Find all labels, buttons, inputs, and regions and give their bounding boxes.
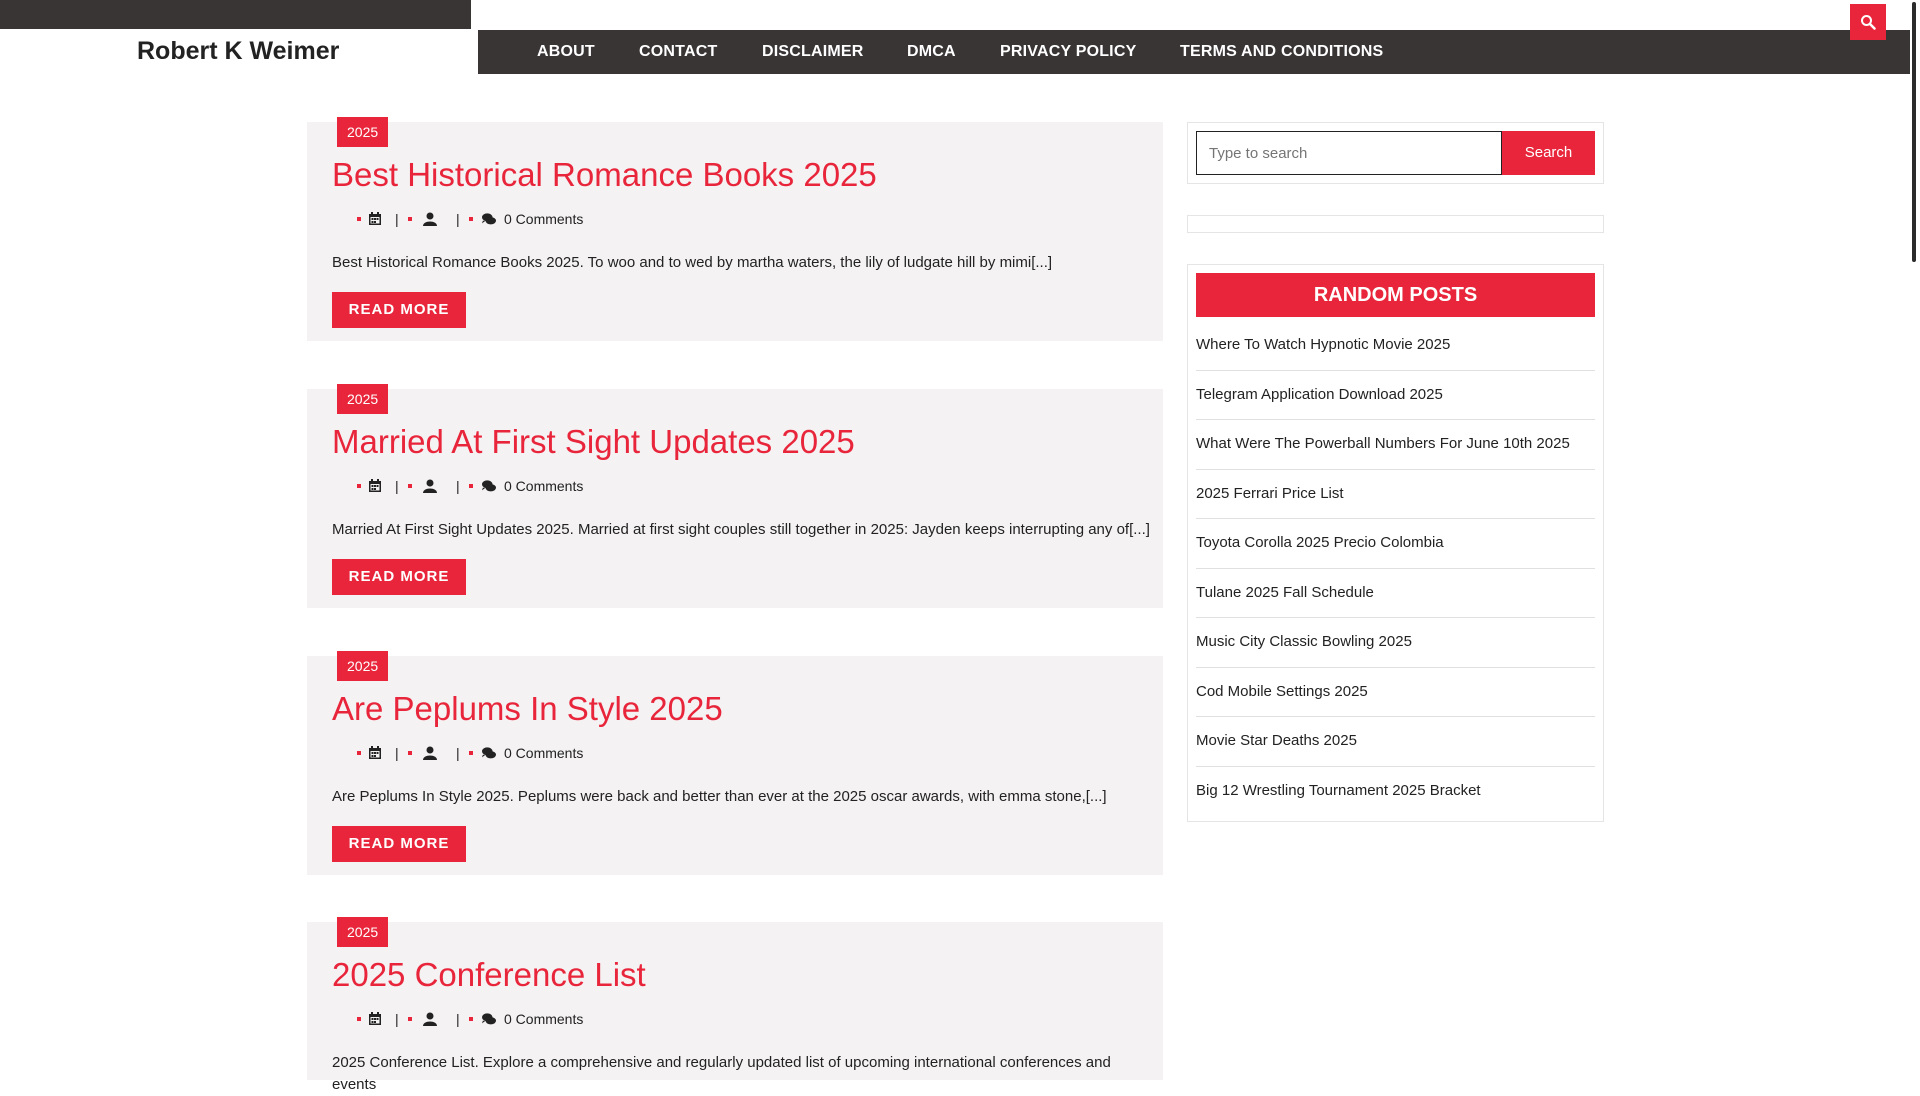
user-icon [423, 1012, 437, 1026]
nav-item-contact[interactable]: CONTACT [639, 30, 717, 74]
search-input[interactable] [1196, 131, 1502, 175]
top-dark-bar [0, 0, 471, 29]
post-excerpt: Married At First Sight Updates 2025. Mar… [332, 521, 1150, 538]
random-post-link[interactable]: Music City Classic Bowling 2025 [1196, 618, 1595, 668]
calendar-icon [369, 479, 381, 492]
read-more-button[interactable]: READ MORE [332, 292, 466, 328]
read-more-button[interactable]: READ MORE [332, 826, 466, 862]
post-meta: | | 0 Comments [332, 209, 832, 229]
random-posts-widget: RANDOM POSTS Where To Watch Hypnotic Mov… [1187, 264, 1604, 822]
meta-bullet [408, 217, 412, 221]
meta-bullet [469, 217, 473, 221]
random-posts-title: RANDOM POSTS [1196, 273, 1595, 317]
post-meta: | | 0 Comments [332, 476, 832, 496]
meta-separator: | [456, 478, 460, 494]
post-meta: | | 0 Comments [332, 743, 832, 763]
nav-item-terms[interactable]: TERMS AND CONDITIONS [1180, 30, 1383, 74]
meta-bullet [357, 217, 361, 221]
calendar-icon [369, 1012, 381, 1025]
year-badge[interactable]: 2025 [337, 117, 389, 147]
meta-bullet [357, 1017, 361, 1021]
meta-bullet [469, 1017, 473, 1021]
random-post-link[interactable]: Big 12 Wrestling Tournament 2025 Bracket [1196, 767, 1595, 817]
post-excerpt: 2025 Conference List. Explore a comprehe… [332, 1054, 1111, 1093]
random-post-link[interactable]: Movie Star Deaths 2025 [1196, 717, 1595, 767]
meta-separator: | [456, 1011, 460, 1027]
post-title[interactable]: 2025 Conference List [332, 956, 646, 994]
meta-separator: | [456, 211, 460, 227]
user-icon [423, 479, 437, 493]
comments-count[interactable]: 0 Comments [504, 743, 583, 763]
random-post-link[interactable]: Toyota Corolla 2025 Precio Colombia [1196, 519, 1595, 569]
calendar-icon [369, 746, 381, 759]
comments-icon [482, 480, 496, 492]
year-badge[interactable]: 2025 [337, 917, 389, 947]
meta-separator: | [395, 478, 399, 494]
meta-bullet [408, 751, 412, 755]
nav-item-about[interactable]: ABOUT [537, 30, 595, 74]
post-title[interactable]: Married At First Sight Updates 2025 [332, 423, 855, 461]
post-meta: | | 0 Comments [332, 1009, 832, 1029]
user-icon [423, 746, 437, 760]
post-card: 2025 2025 Conference List | | 0 Comments… [307, 917, 1163, 1093]
meta-bullet [357, 751, 361, 755]
random-post-link[interactable]: Cod Mobile Settings 2025 [1196, 668, 1595, 717]
random-post-link[interactable]: Where To Watch Hypnotic Movie 2025 [1196, 321, 1595, 371]
meta-separator: | [395, 1011, 399, 1027]
meta-bullet [469, 751, 473, 755]
meta-bullet [469, 484, 473, 488]
comments-icon [482, 213, 496, 225]
search-widget: Search [1187, 122, 1604, 184]
empty-widget [1187, 215, 1604, 233]
search-button[interactable]: Search [1502, 131, 1595, 175]
main-nav: ABOUT CONTACT DISCLAIMER DMCA PRIVACY PO… [478, 30, 1910, 74]
random-post-link[interactable]: Telegram Application Download 2025 [1196, 371, 1595, 420]
comments-count[interactable]: 0 Comments [504, 209, 583, 229]
meta-bullet [357, 484, 361, 488]
meta-separator: | [395, 745, 399, 761]
post-excerpt: Best Historical Romance Books 2025. To w… [332, 254, 1053, 271]
random-post-link[interactable]: 2025 Ferrari Price List [1196, 470, 1595, 519]
year-badge[interactable]: 2025 [337, 651, 389, 681]
meta-separator: | [395, 211, 399, 227]
calendar-icon [369, 212, 381, 225]
comments-count[interactable]: 0 Comments [504, 1009, 583, 1029]
site-title[interactable]: Robert K Weimer [137, 37, 339, 66]
nav-item-dmca[interactable]: DMCA [907, 30, 956, 74]
year-badge[interactable]: 2025 [337, 384, 389, 414]
post-card: 2025 Married At First Sight Updates 2025… [307, 384, 1163, 608]
post-title[interactable]: Are Peplums In Style 2025 [332, 690, 723, 728]
nav-search-button[interactable] [1850, 4, 1886, 40]
comments-icon [482, 1013, 496, 1025]
meta-bullet [408, 1017, 412, 1021]
random-post-link[interactable]: Tulane 2025 Fall Schedule [1196, 569, 1595, 618]
comments-count[interactable]: 0 Comments [504, 476, 583, 496]
post-title[interactable]: Best Historical Romance Books 2025 [332, 156, 877, 194]
post-card: 2025 Best Historical Romance Books 2025 … [307, 117, 1163, 341]
nav-item-disclaimer[interactable]: DISCLAIMER [762, 30, 864, 74]
random-post-link[interactable]: What Were The Powerball Numbers For June… [1196, 420, 1595, 470]
search-icon [1861, 15, 1876, 30]
scrollbar-thumb[interactable] [1912, 2, 1916, 262]
random-posts-list: Where To Watch Hypnotic Movie 2025 Teleg… [1196, 321, 1595, 816]
nav-item-privacy-policy[interactable]: PRIVACY POLICY [1000, 30, 1136, 74]
post-card: 2025 Are Peplums In Style 2025 | | 0 Com… [307, 651, 1163, 875]
post-excerpt: Are Peplums In Style 2025. Peplums were … [332, 788, 1107, 805]
comments-icon [482, 747, 496, 759]
user-icon [423, 212, 437, 226]
meta-separator: | [456, 745, 460, 761]
meta-bullet [408, 484, 412, 488]
read-more-button[interactable]: READ MORE [332, 559, 466, 595]
